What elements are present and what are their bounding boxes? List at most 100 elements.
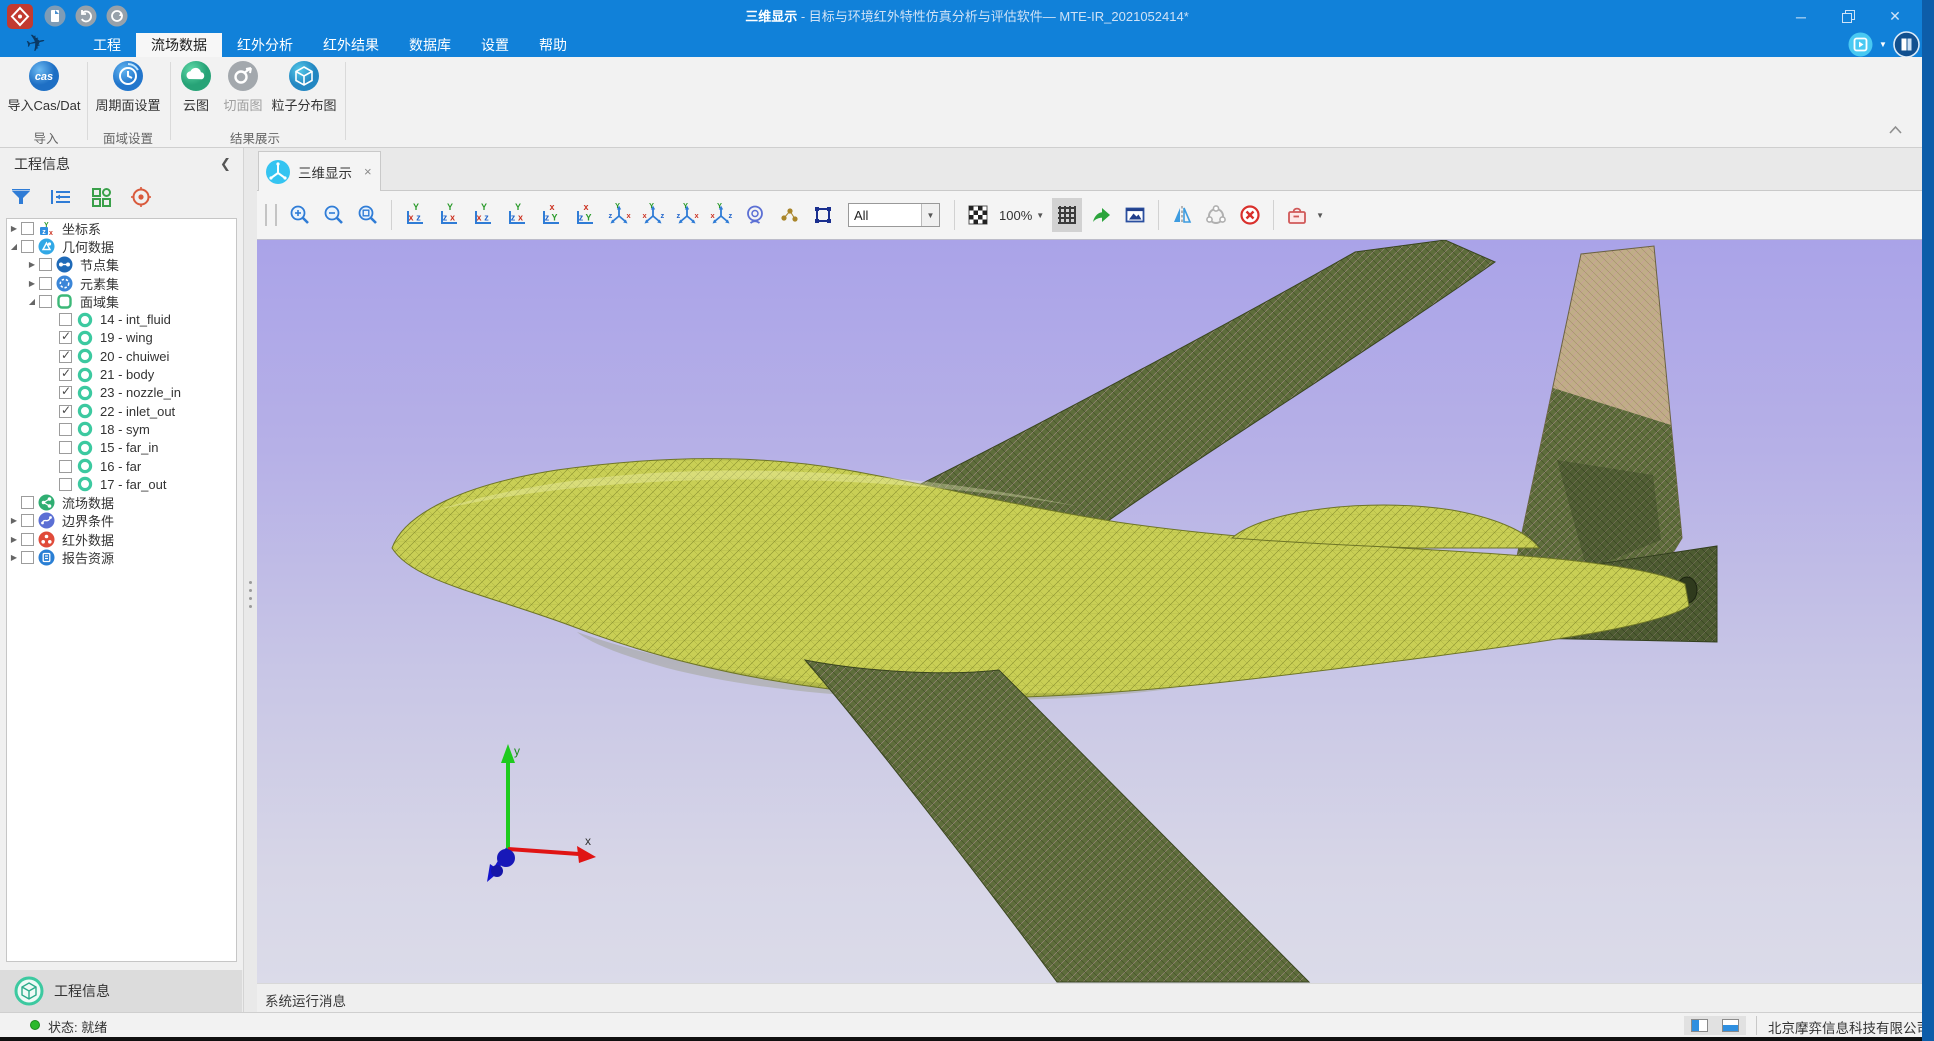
filter-icon[interactable]: [8, 184, 34, 210]
layout-left-icon[interactable]: [1691, 1019, 1708, 1032]
ribbon-collapse-button[interactable]: [1888, 125, 1903, 135]
zoom-in-icon[interactable]: [285, 198, 315, 232]
tree-checkbox[interactable]: [21, 496, 34, 509]
tree-item[interactable]: 16 - far: [7, 457, 236, 475]
cancel-icon[interactable]: [1235, 198, 1265, 232]
ribbon-button-1[interactable]: 周期面设置: [88, 60, 168, 114]
menu-tab-5[interactable]: 设置: [466, 33, 524, 57]
tree-checkbox[interactable]: [59, 441, 72, 454]
tree-item[interactable]: ▶元素集: [7, 274, 236, 292]
zoom-level-label[interactable]: 100%: [999, 208, 1032, 223]
tree-checkbox[interactable]: [59, 313, 72, 326]
close-button[interactable]: ✕: [1873, 0, 1917, 33]
grid-icon[interactable]: [1052, 198, 1082, 232]
chevron-down-icon[interactable]: ▼: [1316, 211, 1324, 220]
zoom-out-icon[interactable]: [319, 198, 349, 232]
tree-item[interactable]: 18 - sym: [7, 420, 236, 438]
tree-expander-icon[interactable]: ▶: [9, 516, 19, 525]
tree-item[interactable]: 19 - wing: [7, 329, 236, 347]
iso-view-1-icon[interactable]: Y z x: [604, 198, 634, 232]
view-zx-icon[interactable]: Y z x: [434, 198, 464, 232]
view-zx2-icon[interactable]: Y z x: [502, 198, 532, 232]
run-panel-icon[interactable]: [1848, 32, 1873, 57]
tree-item[interactable]: 17 - far_out: [7, 475, 236, 493]
tree-checkbox[interactable]: [59, 331, 72, 344]
iso-view-4-icon[interactable]: Y x z: [706, 198, 736, 232]
ribbon-button-4[interactable]: 粒子分布图: [266, 60, 342, 114]
grid-view-icon[interactable]: [88, 184, 114, 210]
tree-checkbox[interactable]: [21, 551, 34, 564]
tab-3d-view[interactable]: 三维显示 ×: [258, 151, 381, 191]
caret-down-icon[interactable]: ▼: [1879, 40, 1887, 49]
tree-item[interactable]: 21 - body: [7, 365, 236, 383]
tree-checkbox[interactable]: [59, 386, 72, 399]
export-arrow-icon[interactable]: [1086, 198, 1116, 232]
menu-tab-6[interactable]: 帮助: [524, 33, 582, 57]
tree-expander-icon[interactable]: ◢: [27, 297, 37, 306]
iso-view-3-icon[interactable]: Y z x: [672, 198, 702, 232]
tree-checkbox[interactable]: [21, 240, 34, 253]
tree-item[interactable]: 23 - nozzle_in: [7, 384, 236, 402]
layout-bottom-icon[interactable]: [1722, 1019, 1739, 1032]
outline-list-icon[interactable]: [48, 184, 74, 210]
mirror-icon[interactable]: [1167, 198, 1197, 232]
tree-item[interactable]: 22 - inlet_out: [7, 402, 236, 420]
particles-icon[interactable]: [774, 198, 804, 232]
chevron-down-icon[interactable]: ▼: [1036, 211, 1044, 220]
tree-checkbox[interactable]: [21, 533, 34, 546]
tree-checkbox[interactable]: [59, 368, 72, 381]
view-zy2-icon[interactable]: x z Y: [570, 198, 600, 232]
tree-item[interactable]: ▶Yzx坐标系: [7, 219, 236, 237]
rotate-ring-icon[interactable]: [1201, 198, 1231, 232]
ribbon-button-2[interactable]: 云图: [172, 60, 220, 114]
menu-tab-1[interactable]: 流场数据: [136, 33, 222, 57]
tree-expander-icon[interactable]: ◢: [9, 242, 19, 251]
tree-item[interactable]: ▶边界条件: [7, 512, 236, 530]
clip-box-icon[interactable]: [1282, 198, 1312, 232]
snapshot-icon[interactable]: [1120, 198, 1150, 232]
toolbar-drag-handle[interactable]: [265, 204, 277, 226]
tree-item[interactable]: 20 - chuiwei: [7, 347, 236, 365]
tree-checkbox[interactable]: [59, 405, 72, 418]
perspective-icon[interactable]: [740, 198, 770, 232]
tree-expander-icon[interactable]: ▶: [9, 553, 19, 562]
locate-icon[interactable]: [128, 184, 154, 210]
panel-splitter[interactable]: [243, 148, 257, 1012]
minimize-button[interactable]: ─: [1779, 0, 1823, 33]
view-zy-icon[interactable]: x z Y: [536, 198, 566, 232]
tree-checkbox[interactable]: [59, 350, 72, 363]
tree-checkbox[interactable]: [39, 295, 52, 308]
iso-view-2-icon[interactable]: Y x z: [638, 198, 668, 232]
viewport-3d[interactable]: y x: [257, 240, 1922, 983]
tree-expander-icon[interactable]: ▶: [9, 224, 19, 233]
tree-expander-icon[interactable]: ▶: [27, 279, 37, 288]
tree-checkbox[interactable]: [21, 514, 34, 527]
tree-checkbox[interactable]: [21, 222, 34, 235]
tree-item[interactable]: ◢几何数据: [7, 237, 236, 255]
tree-item[interactable]: ▶节点集: [7, 256, 236, 274]
menu-tab-4[interactable]: 数据库: [394, 33, 466, 57]
tree-item[interactable]: ▶红外数据: [7, 530, 236, 548]
view-xz2-icon[interactable]: Y x z: [468, 198, 498, 232]
tree-checkbox[interactable]: [59, 478, 72, 491]
zoom-fit-icon[interactable]: [353, 198, 383, 232]
display-filter-select[interactable]: All ▼: [848, 203, 940, 227]
tree-item[interactable]: 14 - int_fluid: [7, 310, 236, 328]
project-info-tab[interactable]: 工程信息: [0, 970, 242, 1012]
restore-button[interactable]: [1826, 0, 1870, 33]
menu-tab-0[interactable]: 工程: [78, 33, 136, 57]
tree-checkbox[interactable]: [59, 423, 72, 436]
tree-item[interactable]: 流场数据: [7, 493, 236, 511]
view-xz-icon[interactable]: Y x z: [400, 198, 430, 232]
manual-icon[interactable]: [1893, 31, 1920, 58]
chevron-down-icon[interactable]: ▼: [921, 204, 939, 226]
panel-collapse-button[interactable]: ❮: [220, 156, 231, 172]
select-box-icon[interactable]: [808, 198, 838, 232]
tree-expander-icon[interactable]: ▶: [9, 535, 19, 544]
ribbon-button-0[interactable]: cas 导入Cas/Dat: [2, 60, 86, 114]
menu-tab-2[interactable]: 红外分析: [222, 33, 308, 57]
menu-tab-3[interactable]: 红外结果: [308, 33, 394, 57]
tree-checkbox[interactable]: [39, 258, 52, 271]
transparency-icon[interactable]: [963, 198, 993, 232]
tree-expander-icon[interactable]: ▶: [27, 260, 37, 269]
